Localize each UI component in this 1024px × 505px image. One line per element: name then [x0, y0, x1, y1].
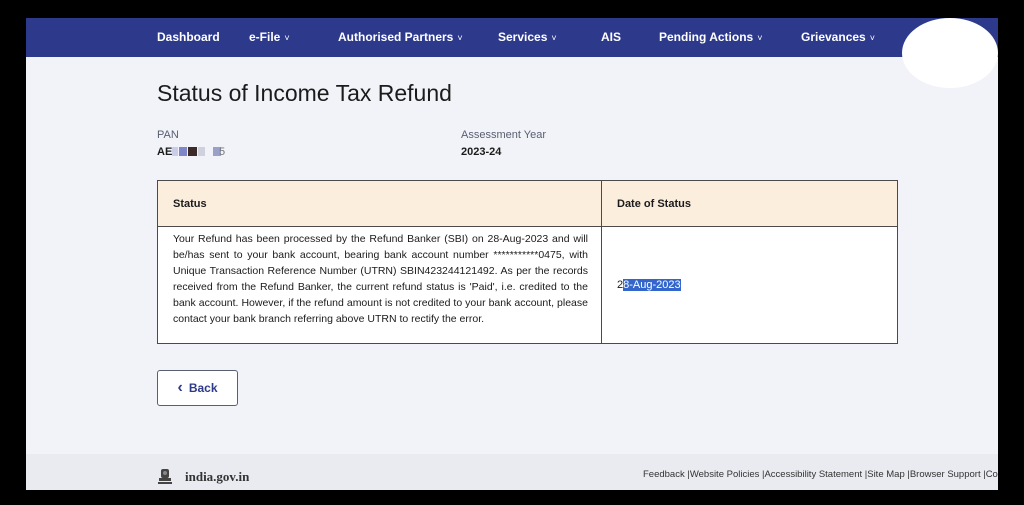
browser-window: Dashboard e-File ˅ Authorised Partners ˅ S…: [26, 18, 998, 490]
screen-frame: Dashboard e-File ˅ Authorised Partners ˅ S…: [0, 0, 1024, 505]
nav-dashboard[interactable]: Dashboard: [157, 18, 220, 57]
nav-grievances-label: Grievances: [801, 30, 866, 44]
nav-grievances[interactable]: Grievances ˅: [801, 18, 875, 57]
top-navigation: Dashboard e-File ˅ Authorised Partners ˅ S…: [26, 18, 998, 57]
date-of-status-cell[interactable]: 28-Aug-2023: [617, 279, 681, 291]
india-gov-link[interactable]: india.gov.in: [185, 469, 249, 485]
nav-ais[interactable]: AIS: [601, 18, 621, 57]
nav-e-file-label: e-File: [249, 30, 281, 44]
nav-services-label: Services: [498, 30, 548, 44]
chevron-down-icon: ˅: [551, 33, 557, 43]
nav-e-file[interactable]: e-File ˅: [249, 18, 290, 57]
page-title: Status of Income Tax Refund: [157, 80, 452, 106]
nav-pending-actions[interactable]: Pending Actions ˅: [659, 18, 763, 57]
assessment-year-label: Assessment Year: [461, 129, 546, 141]
refund-status-table: Status Date of Status Your Refund has be…: [157, 180, 898, 344]
header-status: Status: [173, 198, 207, 210]
chevron-down-icon: ˅: [457, 33, 463, 43]
table-header-row: Status Date of Status: [158, 181, 897, 227]
back-button-label: Back: [188, 381, 218, 395]
pan-label: PAN: [157, 129, 179, 141]
status-cell: Your Refund has been processed by the Re…: [173, 233, 588, 325]
chevron-down-icon: ˅: [284, 33, 290, 43]
back-button[interactable]: ‹ Back: [157, 370, 238, 406]
nav-pending-actions-label: Pending Actions: [659, 30, 754, 44]
footer-links[interactable]: Feedback |Website Policies |Accessibilit…: [643, 469, 998, 480]
chevron-down-icon: ˅: [757, 33, 763, 43]
redacted-profile-area: [902, 18, 998, 88]
nav-services[interactable]: Services ˅: [498, 18, 557, 57]
chevron-left-icon: ‹: [177, 379, 183, 396]
nav-dashboard-label: Dashboard: [157, 30, 220, 44]
page-footer: india.gov.in Feedback |Website Policies …: [26, 454, 998, 490]
column-divider: [601, 181, 602, 343]
pan-value-suffix: 5: [219, 146, 226, 158]
header-date-of-status: Date of Status: [617, 198, 691, 210]
date-selected-text: 8-Aug-2023: [623, 279, 681, 291]
pan-redaction-mask: [172, 147, 221, 156]
chevron-down-icon: ˅: [869, 33, 875, 43]
assessment-year-value: 2023-24: [461, 146, 502, 158]
nav-authorised-partners-label: Authorised Partners: [338, 30, 454, 44]
pan-value-prefix: AE: [157, 146, 173, 158]
national-emblem-icon: [158, 469, 172, 484]
nav-authorised-partners[interactable]: Authorised Partners ˅: [338, 18, 463, 57]
nav-ais-label: AIS: [601, 30, 622, 44]
